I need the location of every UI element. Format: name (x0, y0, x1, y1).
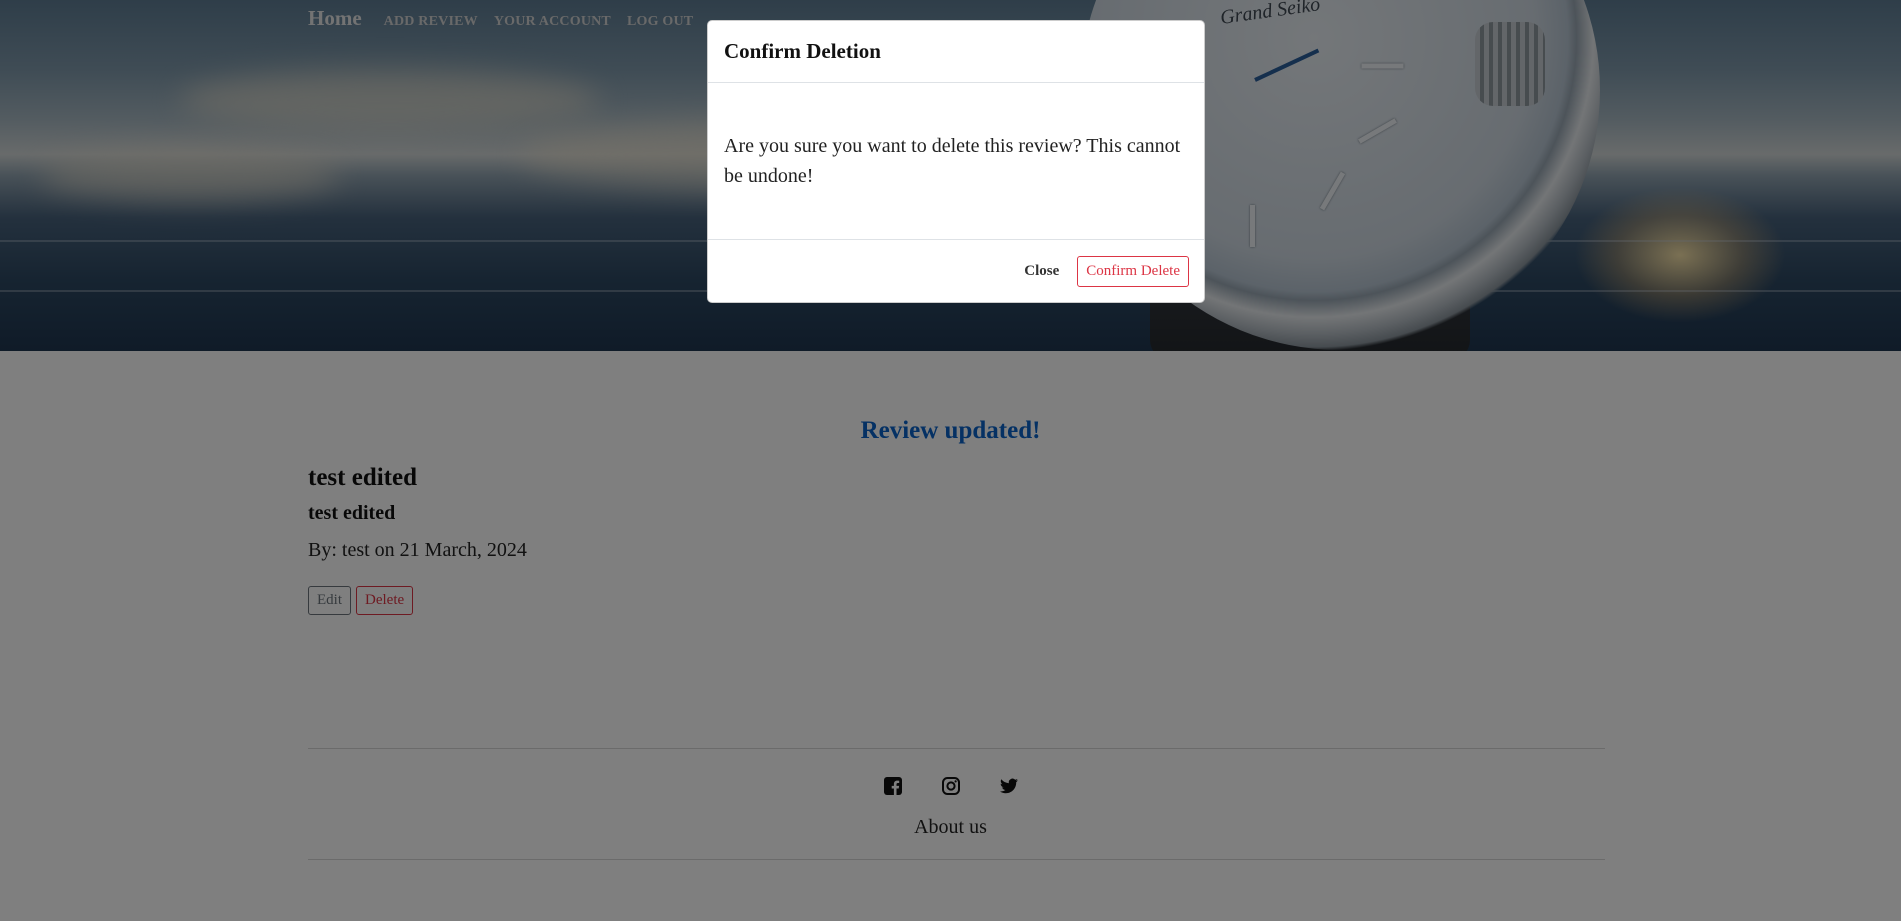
close-button[interactable]: Close (1016, 257, 1067, 286)
modal-footer: Close Confirm Delete (708, 240, 1204, 302)
modal-body: Are you sure you want to delete this rev… (708, 83, 1204, 240)
modal-message: Are you sure you want to delete this rev… (724, 135, 1181, 187)
modal-title: Confirm Deletion (724, 39, 881, 63)
modal-header: Confirm Deletion (708, 21, 1204, 83)
confirm-delete-modal: Confirm Deletion Are you sure you want t… (707, 20, 1205, 303)
confirm-delete-button[interactable]: Confirm Delete (1077, 255, 1189, 287)
